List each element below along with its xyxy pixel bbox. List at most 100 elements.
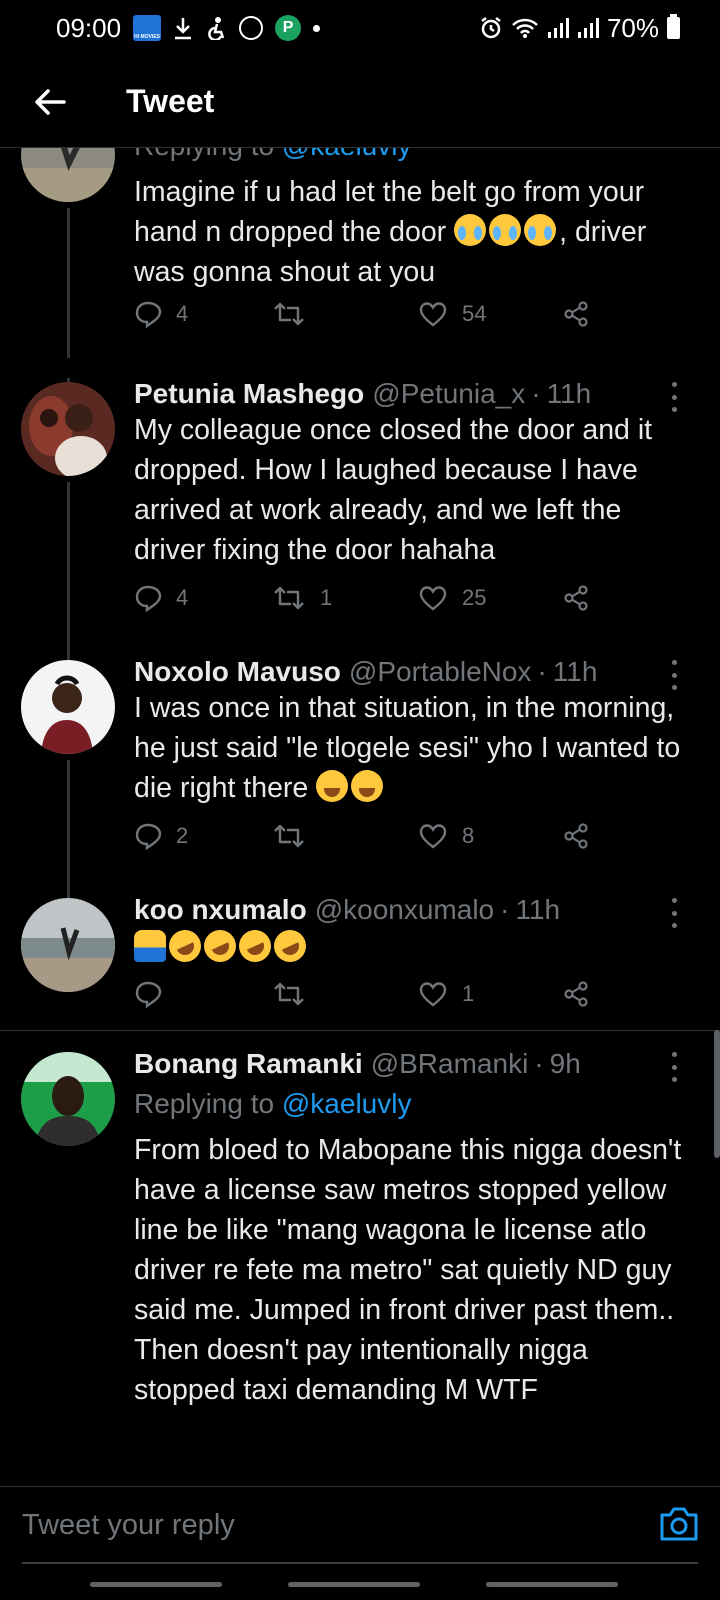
recents-gesture-hint[interactable] bbox=[90, 1582, 222, 1587]
share-button[interactable] bbox=[562, 980, 590, 1008]
tweet-text: Imagine if u had let the belt go from yo… bbox=[134, 176, 647, 288]
rofl-emoji bbox=[198, 924, 242, 968]
tweet-time: 11h bbox=[515, 894, 561, 925]
back-gesture-hint[interactable] bbox=[486, 1582, 618, 1587]
author-name[interactable]: Noxolo Mavuso bbox=[134, 656, 341, 688]
author-handle[interactable]: @BRamanki bbox=[371, 1048, 529, 1080]
reply-input[interactable] bbox=[22, 1505, 622, 1545]
tweet-actions: 4 54 bbox=[134, 300, 604, 340]
system-navigation-bar bbox=[0, 1564, 720, 1600]
status-time: 09:00 bbox=[56, 12, 122, 43]
tweet[interactable]: koo nxumalo @koonxumalo · 11h 1 bbox=[0, 894, 720, 1028]
top-app-bar: Tweet bbox=[0, 56, 720, 148]
mention-link[interactable]: @kaeluvly bbox=[282, 1088, 412, 1119]
avatar[interactable] bbox=[21, 1052, 115, 1146]
reply-icon bbox=[135, 823, 162, 850]
scrollbar[interactable] bbox=[714, 1030, 720, 1158]
more-options-button[interactable] bbox=[666, 898, 682, 928]
more-options-button[interactable] bbox=[666, 1052, 682, 1082]
status-bar: 09:00 HI MOVIES P 70% bbox=[0, 0, 720, 56]
battery-icon bbox=[667, 14, 680, 39]
author-handle[interactable]: @koonxumalo bbox=[315, 894, 494, 926]
tweet-text: From bloed to Mabopane this nigga doesn'… bbox=[134, 1134, 682, 1406]
thread-line bbox=[67, 760, 70, 894]
avatar[interactable] bbox=[21, 382, 115, 476]
retweet-button[interactable]: 1 bbox=[272, 584, 332, 612]
author-name[interactable]: Petunia Mashego bbox=[134, 378, 364, 410]
author-name[interactable]: koo nxumalo bbox=[134, 894, 307, 926]
p-app-icon: P bbox=[275, 15, 302, 41]
tweet-thread[interactable]: Replying to @kaeluvly Imagine if u had l… bbox=[0, 148, 720, 1486]
separator-dot: · bbox=[531, 378, 541, 409]
reply-button[interactable]: 4 bbox=[134, 584, 188, 612]
tweet-text: I was once in that situation, in the mor… bbox=[134, 692, 681, 804]
messenger-icon bbox=[239, 16, 264, 40]
heart-icon bbox=[419, 302, 447, 327]
divider bbox=[0, 1030, 720, 1031]
reply-button[interactable]: 2 bbox=[134, 822, 188, 850]
tweet[interactable]: Noxolo Mavuso @PortableNox · 11h I was o… bbox=[0, 656, 720, 894]
avatar[interactable] bbox=[21, 898, 115, 992]
retweet-icon bbox=[274, 824, 304, 848]
battery-percent: 70% bbox=[606, 12, 659, 43]
reply-context: Replying to @kaeluvly bbox=[134, 148, 411, 162]
retweet-icon bbox=[274, 302, 304, 326]
back-button[interactable] bbox=[26, 78, 74, 126]
more-options-button[interactable] bbox=[666, 660, 682, 690]
retweet-button[interactable] bbox=[272, 980, 320, 1008]
rofl-emoji bbox=[233, 924, 277, 968]
share-button[interactable] bbox=[562, 584, 590, 612]
reply-icon bbox=[135, 585, 162, 612]
alarm-icon bbox=[479, 16, 503, 40]
share-button[interactable] bbox=[562, 300, 590, 328]
loudly-crying-emoji bbox=[316, 770, 349, 802]
download-icon bbox=[173, 16, 193, 40]
loudly-crying-emoji bbox=[351, 770, 384, 802]
avatar[interactable] bbox=[21, 660, 115, 754]
man-facepalming-emoji bbox=[134, 930, 166, 962]
mention-link[interactable]: @kaeluvly bbox=[282, 148, 412, 161]
thread-line bbox=[67, 482, 70, 656]
like-button[interactable]: 54 bbox=[418, 300, 486, 328]
page-title: Tweet bbox=[126, 83, 215, 119]
heart-icon bbox=[419, 982, 447, 1007]
like-button[interactable]: 25 bbox=[418, 584, 486, 612]
tweet-header: Noxolo Mavuso @PortableNox · 11h bbox=[134, 656, 690, 688]
share-button[interactable] bbox=[562, 822, 590, 850]
retweet-button[interactable] bbox=[272, 822, 320, 850]
share-icon bbox=[564, 823, 588, 849]
tweet-header: koo nxumalo @koonxumalo · 11h bbox=[134, 894, 690, 926]
rofl-emoji bbox=[268, 924, 312, 968]
tweet-text bbox=[134, 924, 694, 968]
like-button[interactable]: 1 bbox=[418, 980, 474, 1008]
signal-icon bbox=[577, 17, 599, 39]
share-icon bbox=[564, 585, 588, 611]
more-options-button[interactable] bbox=[666, 382, 682, 412]
home-gesture-hint[interactable] bbox=[288, 1582, 420, 1587]
reply-button[interactable] bbox=[134, 980, 176, 1008]
rofl-emoji bbox=[163, 924, 207, 968]
tweet[interactable]: Petunia Mashego @Petunia_x · 11h My coll… bbox=[0, 378, 720, 656]
author-handle[interactable]: @PortableNox bbox=[349, 656, 532, 688]
like-button[interactable]: 8 bbox=[418, 822, 474, 850]
retweet-button[interactable] bbox=[272, 300, 320, 328]
tweet[interactable]: Replying to @kaeluvly Imagine if u had l… bbox=[0, 148, 720, 358]
arrow-left-icon bbox=[35, 88, 66, 115]
tears-of-joy-emoji bbox=[524, 214, 557, 246]
tears-of-joy-emoji bbox=[489, 214, 522, 246]
tweet-time: 11h bbox=[552, 656, 598, 687]
camera-button[interactable] bbox=[658, 1505, 700, 1543]
author-handle[interactable]: @Petunia_x bbox=[372, 378, 525, 410]
tweet[interactable]: Bonang Ramanki @BRamanki · 9h Replying t… bbox=[0, 1048, 720, 1486]
tweet-time: 9h bbox=[549, 1048, 581, 1079]
reply-button[interactable]: 4 bbox=[134, 300, 188, 328]
camera-icon bbox=[660, 1507, 698, 1541]
tweet-text: My colleague once closed the door and it… bbox=[134, 414, 653, 566]
thread-line bbox=[67, 208, 70, 358]
tweet-actions: 2 8 bbox=[134, 822, 604, 862]
reply-icon bbox=[135, 981, 162, 1008]
avatar[interactable] bbox=[21, 148, 115, 202]
reply-context: Replying to @kaeluvly bbox=[134, 1088, 412, 1119]
author-name[interactable]: Bonang Ramanki bbox=[134, 1048, 363, 1080]
dot-icon bbox=[313, 24, 321, 32]
